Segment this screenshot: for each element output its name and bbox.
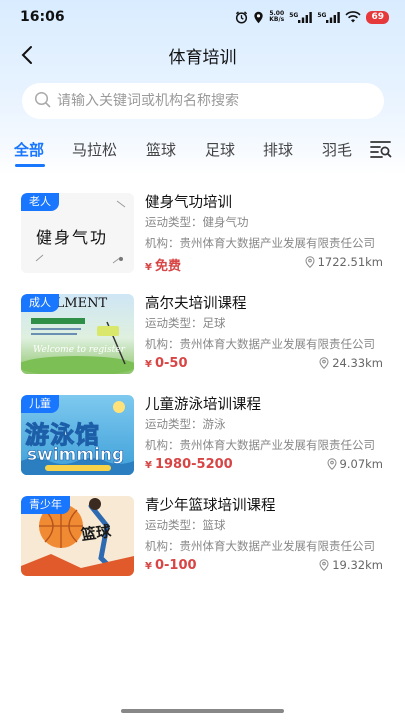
list-item[interactable]: Welcome to register LLMENT 成人 高尔夫培训课程 运动… xyxy=(0,286,405,386)
back-button[interactable] xyxy=(14,42,40,68)
organization: 机构：贵州体育大数据产业发展有限责任公司 xyxy=(145,438,375,452)
list-item[interactable]: 游泳馆 swimming 儿童 儿童游泳培训课程 运动类型：游泳 机构：贵州体育… xyxy=(0,387,405,487)
distance-value: 19.32km xyxy=(332,558,383,572)
sport-type: 运动类型：足球 xyxy=(145,316,226,330)
location-pin-icon xyxy=(319,357,329,369)
search-icon xyxy=(34,91,51,112)
distance: 9.07km xyxy=(327,457,383,471)
sport-type: 运动类型：健身气功 xyxy=(145,215,249,229)
price: ¥0-50 xyxy=(145,356,188,371)
currency-symbol: ¥ xyxy=(145,561,152,572)
tab-badminton[interactable]: 羽毛 xyxy=(322,139,352,160)
audience-tag: 儿童 xyxy=(21,395,59,413)
status-icons: 5.00 KB/s 5G 5G 69 xyxy=(235,10,389,24)
price: ¥1980-5200 xyxy=(145,457,233,472)
signal-label-2: 5G xyxy=(317,11,327,19)
distance-value: 24.33km xyxy=(332,356,383,370)
price-value: 1980-5200 xyxy=(154,457,233,472)
category-tabs: 全部 马拉松 篮球 足球 排球 羽毛 xyxy=(0,133,405,169)
course-thumbnail: Welcome to register LLMENT 成人 xyxy=(21,294,134,374)
filter-button[interactable] xyxy=(368,137,394,161)
tab-all[interactable]: 全部 xyxy=(14,139,44,160)
tabs-scroll: 全部 马拉松 篮球 足球 排球 羽毛 xyxy=(0,133,353,169)
tab-volleyball[interactable]: 排球 xyxy=(263,139,293,160)
list-item[interactable]: 健身气功 老人 健身气功培训 运动类型：健身气功 机构：贵州体育大数据产业发展有… xyxy=(0,185,405,285)
currency-symbol: ¥ xyxy=(145,359,152,370)
net-speed-unit: KB/s xyxy=(269,16,285,23)
distance-value: 9.07km xyxy=(339,457,383,471)
audience-tag: 老人 xyxy=(21,193,59,211)
status-bar: 16:06 5.00 KB/s 5G 5G 69 xyxy=(0,0,405,34)
price-value: 免费 xyxy=(154,259,181,274)
location-pin-icon xyxy=(305,256,315,268)
net-speed: 5.00 KB/s xyxy=(269,11,284,23)
signal-icon: 5G xyxy=(289,11,313,23)
price-value: 0-100 xyxy=(154,558,197,573)
search-input[interactable] xyxy=(57,93,357,109)
course-thumbnail: 游泳馆 swimming 儿童 xyxy=(21,395,134,475)
course-thumbnail: 健身气功 老人 xyxy=(21,193,134,273)
audience-tag: 成人 xyxy=(21,294,59,312)
organization: 机构：贵州体育大数据产业发展有限责任公司 xyxy=(145,337,375,351)
location-pin-icon xyxy=(327,458,337,470)
currency-symbol: ¥ xyxy=(145,262,152,273)
price: ¥0-100 xyxy=(145,558,197,573)
audience-tag: 青少年 xyxy=(21,496,70,514)
tab-marathon[interactable]: 马拉松 xyxy=(72,139,117,160)
page-title: 体育培训 xyxy=(168,47,237,68)
status-time: 16:06 xyxy=(20,9,65,25)
active-tab-indicator xyxy=(15,164,45,167)
organization: 机构：贵州体育大数据产业发展有限责任公司 xyxy=(145,236,375,250)
distance: 24.33km xyxy=(319,356,383,370)
organization: 机构：贵州体育大数据产业发展有限责任公司 xyxy=(145,539,375,553)
chevron-left-icon xyxy=(21,46,32,64)
signal-2-icon: 5G xyxy=(317,11,341,23)
price: ¥ 免费 xyxy=(145,255,181,274)
search-bar[interactable] xyxy=(22,83,384,119)
location-icon xyxy=(253,11,264,24)
course-thumbnail: 篮球 青少年 xyxy=(21,496,134,576)
alarm-icon xyxy=(235,10,248,24)
wifi-icon xyxy=(345,11,362,23)
page-header: 体育培训 xyxy=(0,38,405,72)
tab-basketball[interactable]: 篮球 xyxy=(146,139,176,160)
thumb-text: 篮球 xyxy=(79,521,113,544)
home-indicator[interactable] xyxy=(121,709,284,713)
list-item[interactable]: 篮球 青少年 青少年篮球培训课程 运动类型：篮球 机构：贵州体育大数据产业发展有… xyxy=(0,488,405,588)
currency-symbol: ¥ xyxy=(145,460,152,471)
distance: 1722.51km xyxy=(305,255,383,269)
thumb-subtext: swimming xyxy=(27,445,125,466)
course-title: 健身气功培训 xyxy=(145,195,232,211)
svg-text:Welcome to register: Welcome to register xyxy=(33,345,126,355)
thumb-text: 健身气功 xyxy=(36,228,109,247)
course-title: 高尔夫培训课程 xyxy=(145,296,247,312)
list-search-icon xyxy=(370,141,392,158)
signal-label-1: 5G xyxy=(289,11,299,19)
sport-type: 运动类型：游泳 xyxy=(145,417,226,431)
battery-icon: 69 xyxy=(366,10,389,24)
distance: 19.32km xyxy=(319,558,383,572)
course-title: 青少年篮球培训课程 xyxy=(145,498,276,514)
distance-value: 1722.51km xyxy=(317,255,383,269)
tab-football[interactable]: 足球 xyxy=(205,139,235,160)
location-pin-icon xyxy=(319,559,329,571)
sport-type: 运动类型：篮球 xyxy=(145,518,226,532)
price-value: 0-50 xyxy=(154,356,188,371)
course-title: 儿童游泳培训课程 xyxy=(145,397,261,413)
